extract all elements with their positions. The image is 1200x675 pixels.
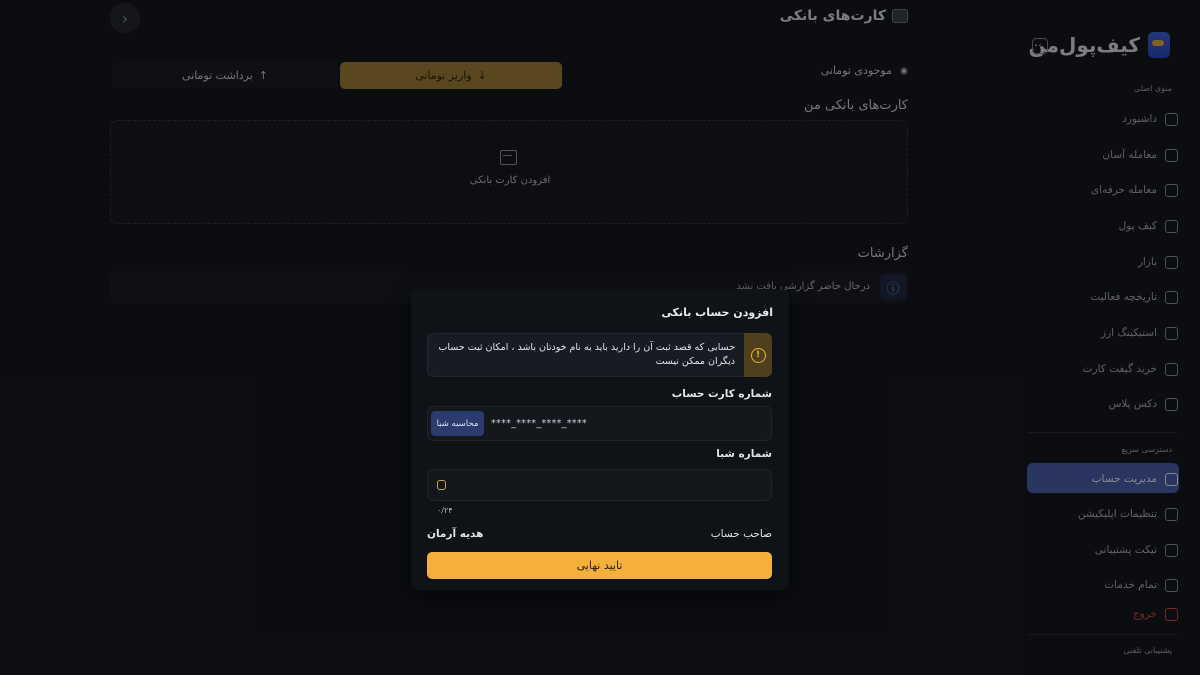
sheba-label: شماره شبا (716, 448, 772, 460)
account-owner-label: صاحب حساب (710, 528, 772, 540)
card-number-value: ****_****_****_**** (491, 418, 587, 429)
sheba-char-counter: ۰/۲۴ (437, 506, 453, 515)
warning-text: حسابی که قصد ثبت آن را دارید باید به نام… (438, 342, 735, 367)
warning-icon-container: ! (744, 333, 772, 377)
copy-icon[interactable] (437, 480, 446, 490)
modal-title: افزودن حساب بانکی (661, 306, 773, 319)
sheba-field[interactable] (427, 469, 772, 501)
calculate-sheba-button[interactable]: محاسبه شبا (431, 411, 484, 436)
account-owner-value: هدیه آرمان (427, 528, 484, 540)
card-number-label: شماره کارت حساب (671, 388, 772, 400)
confirm-button[interactable]: تایید نهایی (427, 552, 772, 579)
warning-icon: ! (750, 347, 766, 363)
